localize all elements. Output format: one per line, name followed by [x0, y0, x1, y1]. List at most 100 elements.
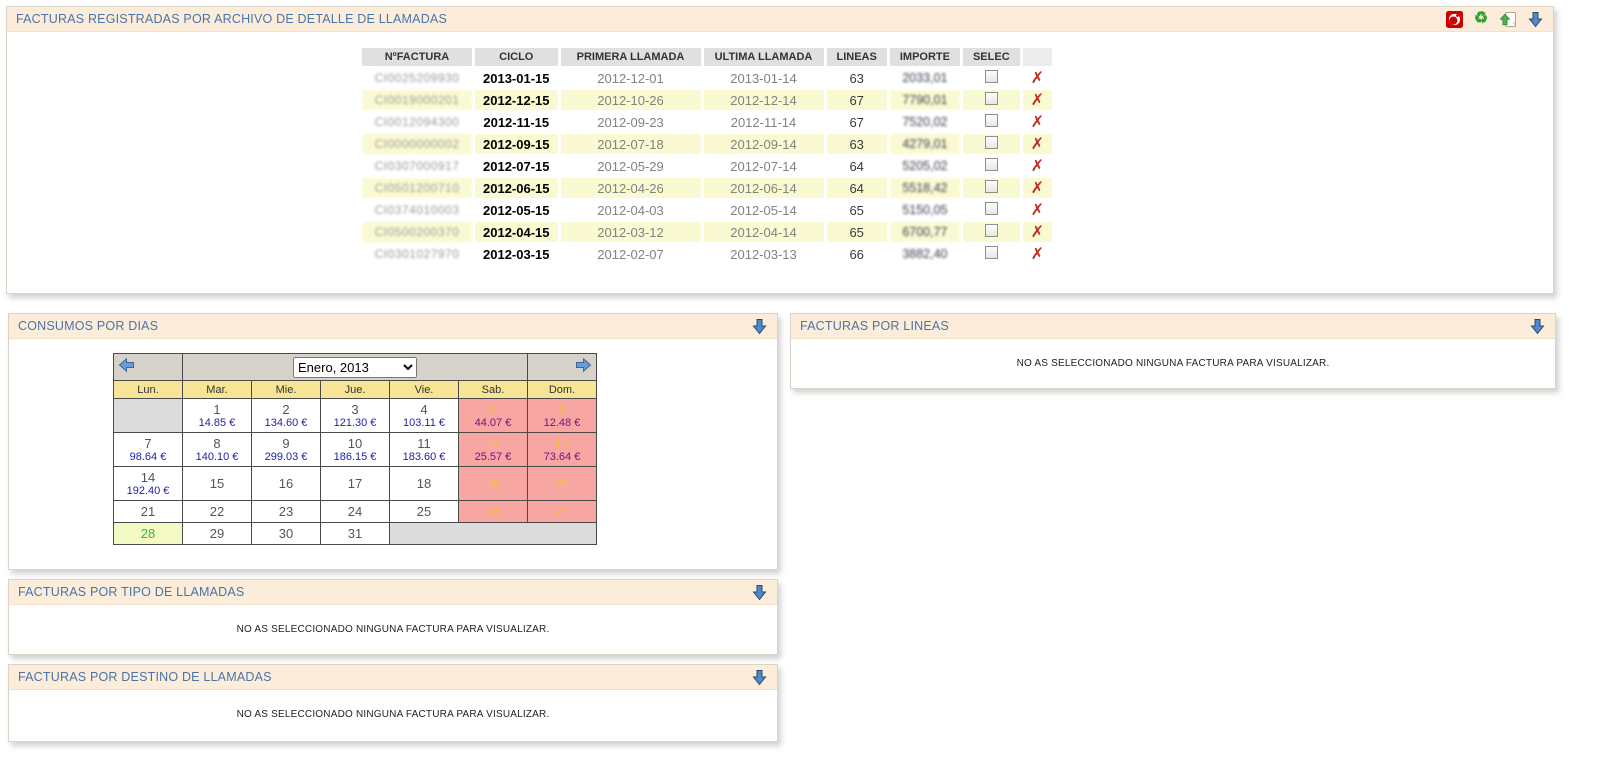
select-invoice-checkbox[interactable]: [984, 158, 998, 171]
calendar-day-19[interactable]: 19: [458, 466, 528, 501]
calendar-day-15[interactable]: 15: [182, 466, 252, 501]
calendar-day-30[interactable]: 30: [251, 522, 321, 545]
select-invoice-checkbox[interactable]: [984, 180, 998, 193]
calendar-day-7[interactable]: 7 98.64 €: [113, 432, 183, 467]
day-number: 11: [417, 435, 431, 451]
daily-consumption-title: CONSUMOS POR DIAS: [18, 319, 159, 333]
empty-selection-message: NO AS SELECCIONADO NINGUNA FACTURA PARA …: [1016, 358, 1330, 369]
calendar-weekday-header-row: Lun. Mar. Mie. Jue. Vie. Sab. Dom.: [113, 380, 597, 399]
delete-invoice-icon[interactable]: ✗: [1031, 178, 1044, 197]
delete-invoice-icon[interactable]: ✗: [1031, 90, 1044, 109]
calendar-day-2[interactable]: 2 134.60 €: [251, 398, 321, 433]
month-select[interactable]: Enero, 2013: [293, 356, 417, 378]
prev-month-button[interactable]: [118, 357, 135, 373]
calendar-day-1[interactable]: 1 14.85 €: [182, 398, 252, 433]
calendar-day-22[interactable]: 22: [182, 500, 252, 523]
calendar-day-23[interactable]: 23: [251, 500, 321, 523]
col-header-importe: IMPORTE: [889, 48, 960, 66]
lines-count: 67: [849, 114, 864, 130]
day-number: 9: [282, 435, 290, 451]
first-call-date: 2012-05-29: [597, 158, 664, 174]
refresh-icon[interactable]: ♻: [1472, 10, 1490, 28]
daily-consumption-panel: CONSUMOS POR DIAS Enero, 2013 Lun. Mar. …: [8, 313, 778, 570]
select-invoice-checkbox[interactable]: [984, 202, 998, 215]
day-consumption-amount: 192.40 €: [126, 484, 170, 497]
calendar-day-8[interactable]: 8 140.10 €: [182, 432, 252, 467]
invoices-by-call-type-title: FACTURAS POR TIPO DE LLAMADAS: [18, 585, 245, 599]
lines-count: 64: [849, 158, 864, 174]
calendar-day-24[interactable]: 24: [320, 500, 390, 523]
invoice-cycle-date: 2012-06-15: [475, 178, 558, 198]
collapse-panel-icon[interactable]: [750, 668, 768, 686]
actions-cell: ✗: [1023, 244, 1052, 264]
day-consumption-amount: 140.10 €: [195, 450, 239, 463]
calendar-day-6[interactable]: 6 12.48 €: [527, 398, 597, 433]
invoice-cycle-date: 2012-03-15: [483, 246, 550, 262]
select-cell: [963, 244, 1020, 264]
calendar-day-10[interactable]: 10 186.15 €: [320, 432, 390, 467]
calendar-day-4[interactable]: 4 103.11 €: [389, 398, 459, 433]
calendar-day-16[interactable]: 16: [251, 466, 321, 501]
delete-invoice-icon[interactable]: ✗: [1031, 112, 1044, 131]
select-invoice-checkbox[interactable]: [984, 224, 998, 237]
day-number: 12: [485, 435, 501, 451]
calendar-day-13[interactable]: 13 73.64 €: [527, 432, 597, 467]
invoice-number: CI0012094300: [374, 115, 460, 129]
collapse-panel-icon[interactable]: [750, 317, 768, 335]
calendar-day-11[interactable]: 11 183.60 €: [389, 432, 459, 467]
first-call-date: 2012-03-12: [560, 222, 701, 242]
next-month-button[interactable]: [575, 357, 592, 373]
invoice-amount: 5205,02: [902, 159, 948, 173]
delete-invoice-icon[interactable]: ✗: [1031, 244, 1044, 263]
invoices-by-call-type-panel: FACTURAS POR TIPO DE LLAMADAS NO AS SELE…: [8, 579, 778, 655]
invoice-amount: 4279,01: [889, 134, 960, 154]
delete-invoice-icon[interactable]: ✗: [1031, 222, 1044, 241]
calendar-empty-cell: [389, 522, 597, 545]
day-number: 10: [347, 435, 363, 451]
select-invoice-checkbox[interactable]: [984, 114, 998, 127]
collapse-panel-icon[interactable]: [1526, 10, 1544, 28]
calendar-day-31[interactable]: 31: [320, 522, 390, 545]
collapse-panel-icon[interactable]: [1528, 317, 1546, 335]
export-document-icon[interactable]: [1499, 10, 1517, 28]
invoice-amount: 3882,40: [902, 247, 948, 261]
delete-invoice-icon[interactable]: ✗: [1031, 68, 1044, 87]
calendar-empty-cell: [113, 398, 183, 433]
select-invoice-checkbox[interactable]: [984, 70, 998, 83]
calendar-day-12[interactable]: 12 25.57 €: [458, 432, 528, 467]
actions-cell: ✗: [1022, 90, 1053, 110]
first-call-date: 2012-09-23: [597, 114, 664, 130]
calendar-day-3[interactable]: 3 121.30 €: [320, 398, 390, 433]
calendar-day-14[interactable]: 14 192.40 €: [113, 466, 183, 501]
day-consumption-amount: 25.57 €: [474, 450, 512, 463]
actions-cell: ✗: [1023, 68, 1052, 88]
calendar-day-17[interactable]: 17: [320, 466, 390, 501]
calendar-day-20[interactable]: 20: [527, 466, 597, 501]
day-consumption-amount: 183.60 €: [402, 450, 446, 463]
collapse-panel-icon[interactable]: [750, 583, 768, 601]
calendar-day-21[interactable]: 21: [113, 500, 183, 523]
select-invoice-checkbox[interactable]: [984, 92, 998, 105]
calendar-day-29[interactable]: 29: [182, 522, 252, 545]
dow-monday: Lun.: [113, 380, 183, 399]
delete-invoice-icon[interactable]: ✗: [1031, 134, 1044, 153]
calendar-day-27[interactable]: 27: [527, 500, 597, 523]
calendar-day-26[interactable]: 26: [458, 500, 528, 523]
invoices-by-call-destination-header: FACTURAS POR DESTINO DE LLAMADAS: [9, 665, 777, 690]
select-cell: [962, 222, 1020, 242]
day-consumption-amount: 14.85 €: [198, 416, 236, 429]
last-call-date: 2012-11-14: [730, 114, 797, 130]
day-number: 25: [416, 504, 432, 519]
calendar-day-28[interactable]: 28: [113, 522, 183, 545]
calendar-day-25[interactable]: 25: [389, 500, 459, 523]
calendar-body: 1 14.85 €2 134.60 €3 121.30 €4 103.11 €5 44.0…: [113, 398, 597, 545]
invoice-number: CI0301027970: [374, 247, 460, 261]
delete-invoice-icon[interactable]: ✗: [1031, 200, 1044, 219]
calendar-day-9[interactable]: 9 299.03 €: [251, 432, 321, 467]
calendar-day-5[interactable]: 5 44.07 €: [458, 398, 528, 433]
calendar-day-18[interactable]: 18: [389, 466, 459, 501]
select-cell: [962, 178, 1020, 198]
select-invoice-checkbox[interactable]: [984, 246, 998, 259]
select-invoice-checkbox[interactable]: [984, 136, 998, 149]
delete-invoice-icon[interactable]: ✗: [1031, 156, 1044, 175]
